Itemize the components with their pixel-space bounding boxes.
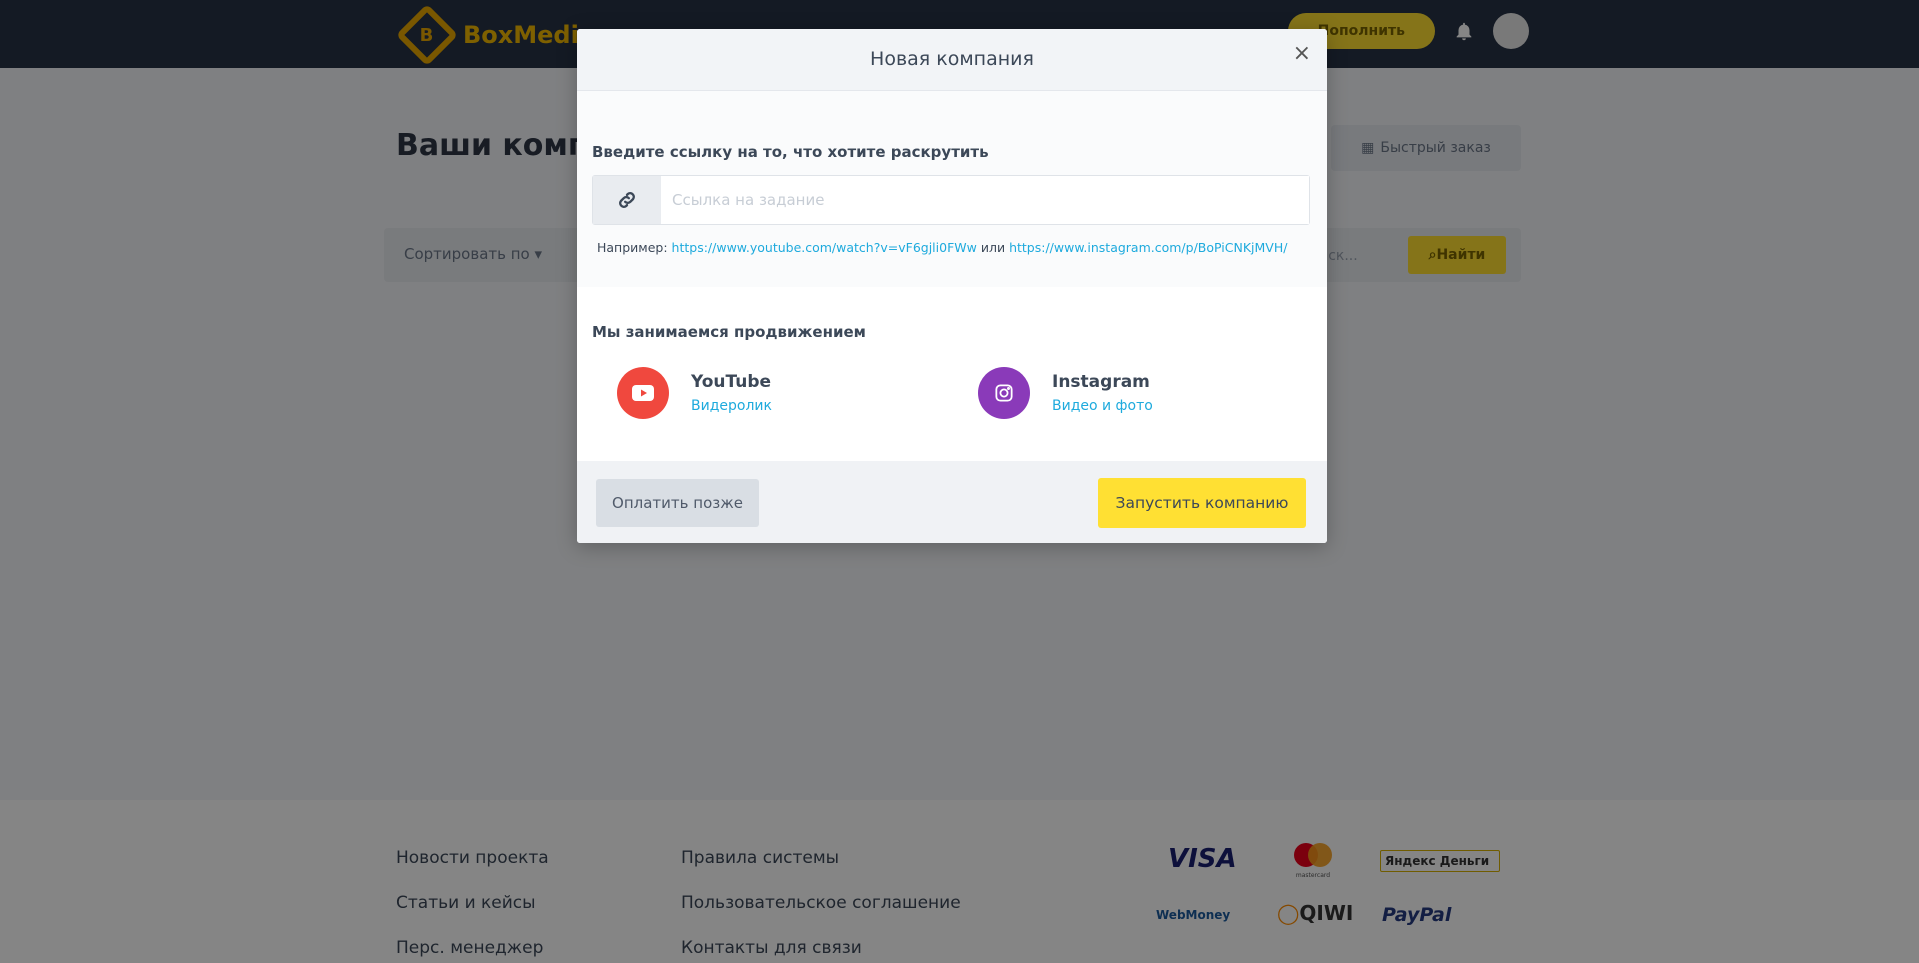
service-youtube-sub[interactable]: Видеролик	[691, 398, 772, 414]
service-instagram[interactable]: Instagram Видео и фото	[978, 367, 1153, 419]
service-instagram-name: Instagram	[1052, 372, 1150, 392]
instagram-icon	[978, 367, 1030, 419]
link-section: Введите ссылку на то, что хотите раскрут…	[577, 91, 1327, 287]
example-line: Например: https://www.youtube.com/watch?…	[597, 240, 1287, 255]
link-icon	[593, 176, 661, 224]
launch-campaign-button[interactable]: Запустить компанию	[1098, 478, 1306, 528]
pay-later-button[interactable]: Оплатить позже	[596, 479, 759, 527]
modal-header: Новая компания ×	[577, 29, 1327, 91]
example-youtube-link[interactable]: https://www.youtube.com/watch?v=vF6gjli0…	[672, 240, 977, 255]
link-section-label: Введите ссылку на то, что хотите раскрут…	[592, 143, 989, 161]
url-input-group	[592, 175, 1310, 225]
service-youtube-name: YouTube	[691, 372, 772, 392]
task-url-input[interactable]	[661, 176, 1309, 224]
example-prefix: Например:	[597, 240, 668, 255]
services-section-label: Мы занимаемся продвижением	[592, 323, 866, 341]
service-youtube[interactable]: YouTube Видеролик	[617, 367, 772, 419]
service-instagram-sub[interactable]: Видео и фото	[1052, 398, 1153, 414]
modal-title: Новая компания	[870, 48, 1034, 70]
example-or: или	[980, 240, 1006, 255]
youtube-icon	[617, 367, 669, 419]
close-icon[interactable]: ×	[1293, 43, 1311, 65]
modal-footer: Оплатить позже Запустить компанию	[577, 461, 1327, 543]
services-section: Мы занимаемся продвижением YouTube Видер…	[577, 287, 1327, 462]
new-campaign-modal: Новая компания × Введите ссылку на то, ч…	[577, 29, 1327, 543]
example-instagram-link[interactable]: https://www.instagram.com/p/BoPiCNKjMVH/	[1009, 240, 1287, 255]
